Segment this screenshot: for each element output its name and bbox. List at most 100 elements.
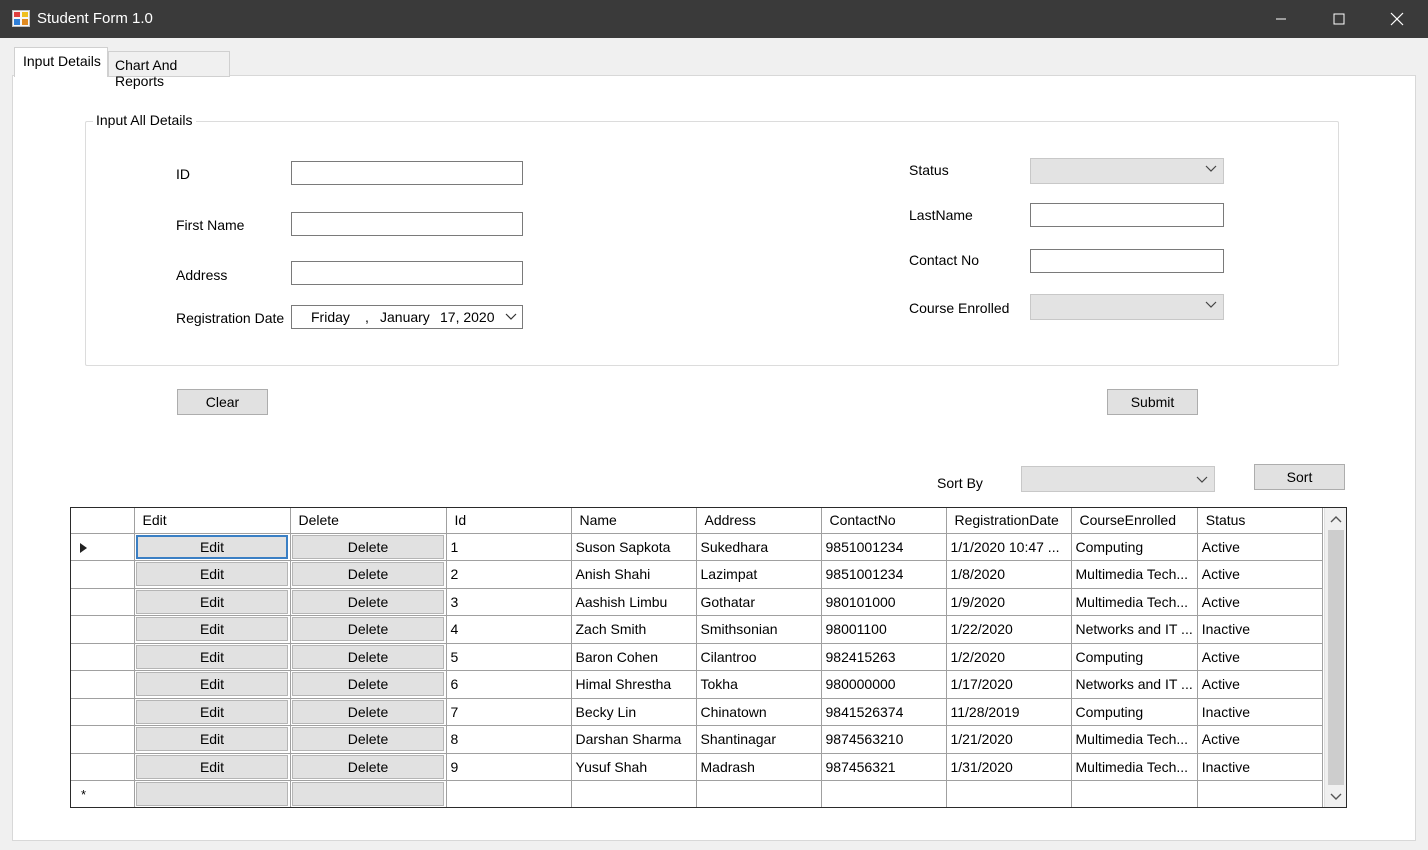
status-select[interactable] [1030, 158, 1224, 184]
cell-status[interactable]: Active [1197, 643, 1323, 671]
cell-address[interactable]: Gothatar [696, 588, 822, 616]
cell-status[interactable]: Active [1197, 533, 1323, 561]
table-row[interactable]: Edit Delete 5 Baron Cohen Cilantroo 982415263… [71, 643, 1323, 671]
delete-row-button[interactable]: Delete [292, 589, 444, 614]
contact-no-field[interactable] [1030, 249, 1224, 273]
cell-course-enrolled[interactable]: Multimedia Tech... [1071, 725, 1198, 754]
delete-row-button[interactable]: Delete [292, 562, 444, 587]
cell-address[interactable]: Shantinagar [696, 725, 822, 754]
cell-address[interactable]: Sukedhara [696, 533, 822, 561]
cell-registration-date[interactable]: 11/28/2019 [946, 698, 1072, 726]
edit-row-button-empty[interactable] [136, 782, 288, 807]
course-enrolled-select[interactable] [1030, 294, 1224, 320]
id-field[interactable] [291, 161, 523, 185]
cell-contact-no[interactable]: 98001100 [821, 615, 947, 644]
table-row[interactable]: Edit Delete 7 Becky Lin Chinatown 9841526374 1… [71, 698, 1323, 726]
delete-row-button-empty[interactable] [292, 782, 444, 807]
cell-contact-no[interactable]: 982415263 [821, 643, 947, 671]
cell-contact-no[interactable]: 9851001234 [821, 560, 947, 589]
maximize-button[interactable] [1310, 0, 1368, 38]
scroll-down-icon[interactable] [1330, 793, 1342, 801]
cell-status[interactable]: Inactive [1197, 753, 1323, 781]
cell-id[interactable]: 6 [446, 670, 572, 699]
cell-id[interactable]: 7 [446, 698, 572, 726]
cell-registration-date[interactable]: 1/1/2020 10:47 ... [946, 533, 1072, 561]
cell-course-enrolled[interactable]: Computing [1071, 698, 1198, 726]
cell-address[interactable]: Madrash [696, 753, 822, 781]
tab-input-details[interactable]: Input Details [14, 47, 108, 77]
delete-row-button[interactable]: Delete [292, 534, 444, 559]
submit-button[interactable]: Submit [1107, 389, 1198, 415]
table-row[interactable]: Edit Delete 6 Himal Shrestha Tokha 980000000 1… [71, 670, 1323, 699]
column-header-contact-no[interactable]: ContactNo [821, 508, 947, 534]
registration-date-picker[interactable]: Friday , January 17, 2020 [291, 305, 523, 329]
column-header-course-enrolled[interactable]: CourseEnrolled [1071, 508, 1198, 534]
cell-id[interactable]: 4 [446, 615, 572, 644]
cell-course-enrolled[interactable]: Computing [1071, 643, 1198, 671]
cell-name[interactable]: Anish Shahi [571, 560, 697, 589]
cell-registration-date[interactable]: 1/2/2020 [946, 643, 1072, 671]
last-name-field[interactable] [1030, 203, 1224, 227]
row-header[interactable] [71, 698, 135, 726]
cell-registration-date[interactable]: 1/31/2020 [946, 753, 1072, 781]
edit-row-button[interactable]: Edit [136, 754, 288, 779]
cell-address[interactable]: Lazimpat [696, 560, 822, 589]
row-header[interactable] [71, 753, 135, 781]
table-row[interactable]: Edit Delete 2 Anish Shahi Lazimpat 9851001234… [71, 560, 1323, 589]
cell-contact-no[interactable]: 9841526374 [821, 698, 947, 726]
cell-name[interactable]: Yusuf Shah [571, 753, 697, 781]
delete-row-button[interactable]: Delete [292, 699, 444, 724]
new-row[interactable]: * [71, 780, 1323, 807]
cell-empty[interactable] [1197, 780, 1323, 807]
table-row[interactable]: Edit Delete 3 Aashish Limbu Gothatar 98010100… [71, 588, 1323, 616]
edit-row-button[interactable]: Edit [136, 672, 288, 697]
cell-name[interactable]: Darshan Sharma [571, 725, 697, 754]
cell-id[interactable]: 3 [446, 588, 572, 616]
row-header[interactable] [71, 643, 135, 671]
column-header-status[interactable]: Status [1197, 508, 1323, 534]
cell-name[interactable]: Suson Sapkota [571, 533, 697, 561]
cell-id[interactable]: 5 [446, 643, 572, 671]
cell-status[interactable]: Active [1197, 560, 1323, 589]
cell-address[interactable]: Smithsonian [696, 615, 822, 644]
delete-row-button[interactable]: Delete [292, 754, 444, 779]
tab-chart-and-reports[interactable]: Chart And Reports [108, 51, 230, 89]
edit-row-button[interactable]: Edit [136, 617, 288, 642]
cell-empty[interactable] [1071, 780, 1198, 807]
first-name-field[interactable] [291, 212, 523, 236]
column-header-edit[interactable]: Edit [134, 508, 291, 534]
cell-name[interactable]: Becky Lin [571, 698, 697, 726]
cell-course-enrolled[interactable]: Multimedia Tech... [1071, 560, 1198, 589]
scroll-up-icon[interactable] [1330, 515, 1342, 523]
cell-registration-date[interactable]: 1/22/2020 [946, 615, 1072, 644]
address-field[interactable] [291, 261, 523, 285]
edit-row-button[interactable]: Edit [136, 699, 288, 724]
cell-name[interactable]: Baron Cohen [571, 643, 697, 671]
cell-address[interactable]: Chinatown [696, 698, 822, 726]
delete-row-button[interactable]: Delete [292, 727, 444, 752]
edit-row-button[interactable]: Edit [136, 589, 288, 614]
cell-status[interactable]: Active [1197, 670, 1323, 699]
cell-name[interactable]: Aashish Limbu [571, 588, 697, 616]
sort-by-select[interactable] [1021, 466, 1215, 492]
students-grid[interactable]: Edit Delete Id Name Address ContactNo Re… [70, 507, 1347, 808]
cell-registration-date[interactable]: 1/9/2020 [946, 588, 1072, 616]
cell-empty[interactable] [571, 780, 697, 807]
column-header-delete[interactable]: Delete [290, 508, 447, 534]
cell-course-enrolled[interactable]: Multimedia Tech... [1071, 753, 1198, 781]
cell-contact-no[interactable]: 9874563210 [821, 725, 947, 754]
cell-status[interactable]: Active [1197, 588, 1323, 616]
delete-row-button[interactable]: Delete [292, 617, 444, 642]
cell-id[interactable]: 9 [446, 753, 572, 781]
edit-row-button[interactable]: Edit [136, 644, 288, 669]
scrollbar-thumb[interactable] [1328, 530, 1344, 785]
minimize-button[interactable] [1252, 0, 1310, 38]
sort-button[interactable]: Sort [1254, 464, 1345, 490]
vertical-scrollbar[interactable] [1324, 508, 1346, 807]
edit-row-button[interactable]: Edit [136, 534, 288, 559]
row-header[interactable]: * [71, 780, 135, 807]
edit-row-button[interactable]: Edit [136, 562, 288, 587]
close-button[interactable] [1368, 0, 1426, 38]
edit-row-button[interactable]: Edit [136, 727, 288, 752]
cell-status[interactable]: Inactive [1197, 615, 1323, 644]
